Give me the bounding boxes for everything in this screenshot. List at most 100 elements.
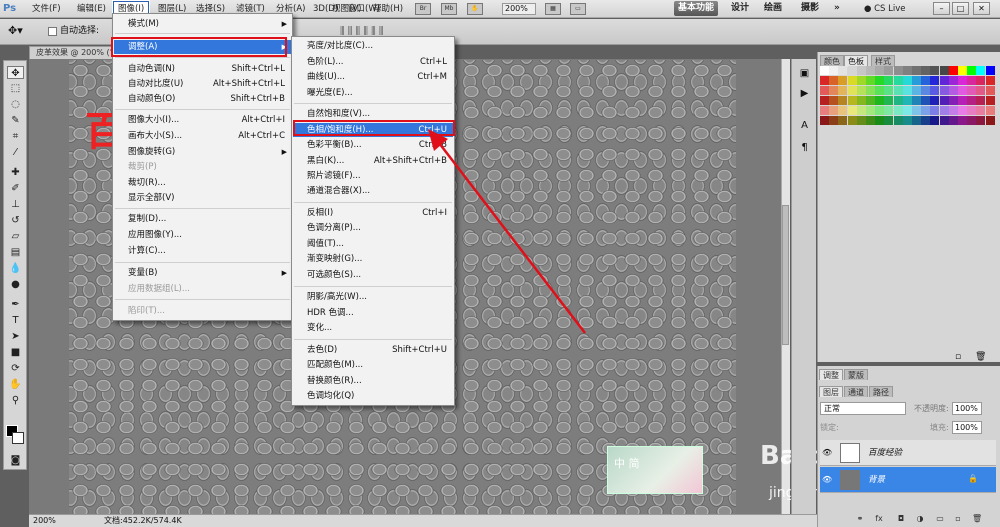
add-mask-icon[interactable]: ◘ bbox=[896, 514, 906, 524]
color-swatch[interactable] bbox=[921, 116, 931, 125]
color-swatch[interactable] bbox=[847, 76, 857, 85]
delete-layer-icon[interactable]: 🗑 bbox=[972, 514, 982, 524]
menu-help[interactable]: 帮助(H) bbox=[371, 3, 405, 16]
maximize-button[interactable]: □ bbox=[952, 2, 969, 15]
close-button[interactable]: ✕ bbox=[973, 2, 990, 15]
color-swatch[interactable] bbox=[856, 76, 866, 85]
adjust-menu-item[interactable]: 色调均化(Q) bbox=[293, 389, 453, 403]
color-swatch[interactable] bbox=[847, 96, 857, 105]
minimize-button[interactable]: – bbox=[933, 2, 950, 15]
zoom-level-select[interactable]: 200% bbox=[502, 3, 536, 15]
color-swatch[interactable] bbox=[976, 96, 986, 105]
adjust-menu-item[interactable]: 去色(D) Shift+Ctrl+U bbox=[293, 343, 453, 357]
color-swatch[interactable] bbox=[893, 116, 903, 125]
new-group-icon[interactable]: ▭ bbox=[935, 514, 945, 524]
layer-row-selected[interactable]: 👁 背景 🔒 bbox=[820, 467, 996, 493]
status-zoom[interactable]: 200% bbox=[33, 515, 63, 527]
color-swatch[interactable] bbox=[985, 116, 995, 125]
color-swatch[interactable] bbox=[930, 76, 940, 85]
adjust-menu-item[interactable]: 替换颜色(R)... bbox=[293, 374, 453, 388]
color-swatch[interactable] bbox=[820, 76, 829, 85]
image-menu-item[interactable]: 自动色调(N) Shift+Ctrl+L bbox=[114, 62, 291, 76]
color-swatch[interactable] bbox=[912, 76, 921, 85]
image-menu-item[interactable]: 图像大小(I)... Alt+Ctrl+I bbox=[114, 113, 291, 127]
adjust-menu-item[interactable]: 色阶(L)... Ctrl+L bbox=[293, 55, 453, 69]
color-swatch[interactable] bbox=[820, 86, 829, 95]
color-swatch[interactable] bbox=[884, 106, 894, 115]
color-swatch[interactable] bbox=[967, 116, 977, 125]
color-swatch[interactable] bbox=[866, 76, 875, 85]
crop-tool-icon[interactable]: ⌗ bbox=[7, 130, 24, 143]
color-swatch[interactable] bbox=[820, 96, 829, 105]
color-swatch[interactable] bbox=[866, 116, 875, 125]
color-swatch[interactable] bbox=[939, 106, 949, 115]
color-swatch[interactable] bbox=[902, 116, 912, 125]
color-swatch[interactable] bbox=[967, 106, 977, 115]
color-swatch[interactable] bbox=[958, 86, 967, 95]
blend-mode-select[interactable]: 正常 bbox=[820, 402, 906, 415]
color-swatch[interactable] bbox=[884, 96, 894, 105]
workspace-design[interactable]: 设计 bbox=[727, 1, 753, 16]
color-swatch[interactable] bbox=[930, 106, 940, 115]
pen-tool-icon[interactable]: ✒ bbox=[7, 298, 24, 311]
color-swatch[interactable] bbox=[829, 96, 839, 105]
adjust-menu-item[interactable]: 匹配颜色(M)... bbox=[293, 358, 453, 372]
color-swatch[interactable] bbox=[939, 66, 949, 75]
3d-rotate-icon[interactable]: ⟳ bbox=[7, 362, 24, 375]
color-swatch[interactable] bbox=[948, 96, 958, 105]
color-swatch[interactable] bbox=[976, 106, 986, 115]
vertical-scrollbar-thumb[interactable] bbox=[782, 205, 789, 345]
actions-panel-icon[interactable]: ▶ bbox=[797, 87, 812, 101]
screen-mode-icon[interactable]: ▭ bbox=[570, 3, 586, 15]
link-layers-icon[interactable]: ⚭ bbox=[855, 514, 865, 524]
image-menu-item[interactable]: 应用图像(Y)... bbox=[114, 228, 291, 242]
color-swatch[interactable] bbox=[912, 106, 921, 115]
tab-channels[interactable]: 通道 bbox=[844, 386, 868, 397]
color-swatch[interactable] bbox=[948, 76, 958, 85]
color-swatch[interactable] bbox=[948, 86, 958, 95]
image-menu-item[interactable]: 图像旋转(G) ▶ bbox=[114, 145, 291, 159]
image-menu-item[interactable]: 复制(D)... bbox=[114, 212, 291, 226]
gradient-tool-icon[interactable]: ▤ bbox=[7, 246, 24, 259]
color-swatch[interactable] bbox=[856, 116, 866, 125]
color-swatch[interactable] bbox=[976, 66, 986, 75]
adjust-menu-item[interactable]: 曲线(U)... Ctrl+M bbox=[293, 70, 453, 84]
hand-view-icon[interactable]: ✋ bbox=[467, 3, 483, 15]
paragraph-panel-icon[interactable]: ¶ bbox=[797, 141, 812, 155]
eraser-tool-icon[interactable]: ▱ bbox=[7, 230, 24, 243]
color-swatch[interactable] bbox=[912, 66, 921, 75]
color-swatch[interactable] bbox=[948, 66, 958, 75]
color-swatch[interactable] bbox=[948, 116, 958, 125]
auto-select-checkbox[interactable] bbox=[48, 27, 57, 36]
color-swatch[interactable] bbox=[866, 106, 875, 115]
arrange-docs-icon[interactable]: ▦ bbox=[545, 3, 561, 15]
quick-select-tool-icon[interactable]: ✎ bbox=[7, 114, 24, 127]
color-swatch[interactable] bbox=[893, 86, 903, 95]
color-swatch[interactable] bbox=[921, 106, 931, 115]
color-swatch[interactable] bbox=[838, 76, 848, 85]
color-swatch[interactable] bbox=[976, 76, 986, 85]
color-swatch[interactable] bbox=[875, 86, 885, 95]
color-swatch[interactable] bbox=[921, 66, 931, 75]
color-swatch[interactable] bbox=[875, 66, 885, 75]
color-swatch[interactable] bbox=[847, 86, 857, 95]
color-swatch[interactable] bbox=[902, 66, 912, 75]
tab-layers[interactable]: 图层 bbox=[819, 386, 843, 397]
color-swatch[interactable] bbox=[856, 106, 866, 115]
color-swatch[interactable] bbox=[985, 76, 995, 85]
tab-masks[interactable]: 蒙版 bbox=[844, 369, 868, 380]
color-swatch[interactable] bbox=[976, 116, 986, 125]
delete-swatch-icon[interactable]: 🗑 bbox=[975, 352, 986, 362]
color-swatch[interactable] bbox=[893, 66, 903, 75]
adjust-menu-item[interactable]: 曝光度(E)... bbox=[293, 86, 453, 100]
color-swatch[interactable] bbox=[967, 96, 977, 105]
color-swatch[interactable] bbox=[820, 106, 829, 115]
color-swatch[interactable] bbox=[902, 86, 912, 95]
color-swatch[interactable] bbox=[930, 86, 940, 95]
color-swatch[interactable] bbox=[893, 106, 903, 115]
tab-adjustments[interactable]: 调整 bbox=[819, 369, 843, 380]
color-swatch[interactable] bbox=[939, 76, 949, 85]
color-swatch[interactable] bbox=[829, 86, 839, 95]
color-swatch[interactable] bbox=[985, 86, 995, 95]
marquee-tool-icon[interactable]: ⬚ bbox=[7, 82, 24, 95]
